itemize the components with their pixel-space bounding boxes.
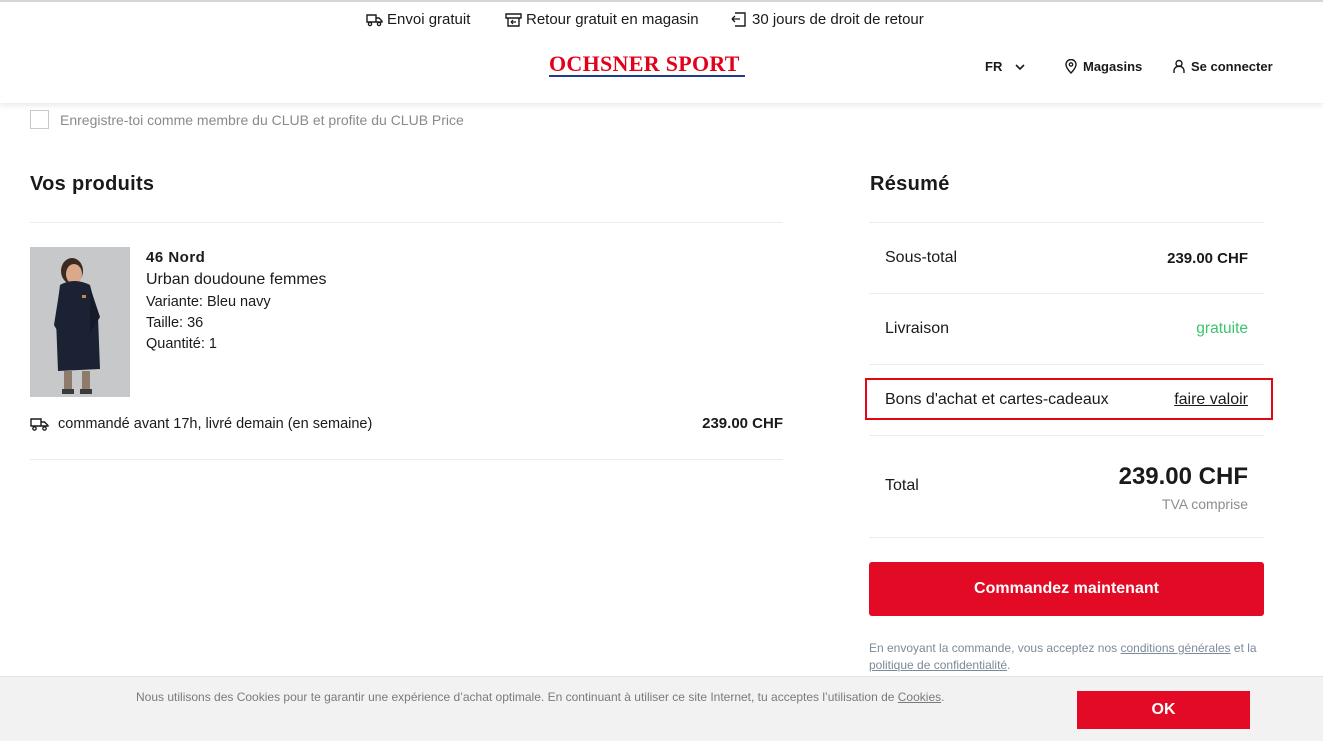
subtotal-row: Sous-total 239.00 CHF: [885, 249, 1248, 267]
stores-link[interactable]: Magasins: [1064, 59, 1142, 74]
product-brand: 46 Nord: [146, 249, 206, 266]
cookie-text: Nous utilisons des Cookies pour te garan…: [136, 690, 898, 704]
usp-free-shipping: Envoi gratuit: [366, 11, 470, 28]
truck-icon: [366, 14, 383, 27]
place-order-button[interactable]: Commandez maintenant: [869, 562, 1264, 616]
divider: [30, 459, 783, 460]
site-header: Envoi gratuit Retour gratuit en magasin …: [0, 2, 1323, 103]
divider: [869, 222, 1264, 223]
products-title: Vos produits: [30, 173, 155, 195]
usp-free-store-return: Retour gratuit en magasin: [505, 11, 699, 28]
usp-label: 30 jours de droit de retour: [752, 11, 924, 28]
delivery-label: commandé avant 17h, livré demain (en sem…: [58, 416, 373, 432]
login-label: Se connecter: [1191, 59, 1273, 74]
delivery-info: commandé avant 17h, livré demain (en sem…: [30, 416, 372, 432]
return-calendar-icon: [731, 12, 746, 27]
cookie-ok-button[interactable]: OK: [1077, 691, 1250, 729]
store-return-icon: [505, 13, 522, 27]
product-variant: Variante: Bleu navy: [146, 294, 271, 310]
usp-label: Retour gratuit en magasin: [526, 11, 699, 28]
total-value: 239.00 CHF: [1118, 463, 1248, 490]
cookie-suffix: .: [941, 690, 945, 704]
cookie-policy-link[interactable]: Cookies: [898, 690, 941, 704]
cookie-banner: Nous utilisons des Cookies pour te garan…: [0, 676, 1323, 741]
voucher-row: Bons d'achat et cartes-cadeaux faire val…: [885, 391, 1248, 409]
divider: [869, 435, 1264, 436]
product-name[interactable]: Urban doudoune femmes: [146, 271, 327, 289]
legal-prefix: En envoyant la commande, vous acceptez n…: [869, 641, 1121, 655]
vat-note: TVA comprise: [1161, 496, 1248, 512]
total-label: Total: [885, 477, 919, 494]
chevron-down-icon: [1015, 64, 1025, 71]
truck-icon: [30, 418, 49, 431]
shipping-value: gratuite: [1196, 320, 1248, 337]
club-checkbox-label[interactable]: Enregistre-toi comme membre du CLUB et p…: [60, 112, 464, 128]
legal-notice: En envoyant la commande, vous acceptez n…: [869, 640, 1269, 674]
divider: [869, 293, 1264, 294]
voucher-label: Bons d'achat et cartes-cadeaux: [885, 391, 1109, 408]
privacy-link[interactable]: politique de confidentialité: [869, 658, 1007, 672]
shipping-label: Livraison: [885, 320, 950, 337]
terms-link[interactable]: conditions générales: [1120, 641, 1230, 655]
ochsner-sport-logo[interactable]: OCHSNER SPORT: [549, 53, 745, 80]
legal-and: et la: [1230, 641, 1257, 655]
product-price: 239.00 CHF: [702, 415, 783, 432]
club-checkbox[interactable]: [30, 110, 49, 129]
divider: [30, 222, 783, 223]
redeem-voucher-link[interactable]: faire valoir: [1174, 391, 1248, 409]
location-pin-icon: [1065, 59, 1077, 74]
language-selector[interactable]: FR: [985, 59, 1027, 74]
language-label: FR: [985, 59, 1003, 74]
product-quantity: Quantité: 1: [146, 336, 217, 352]
subtotal-label: Sous-total: [885, 249, 958, 266]
divider: [869, 537, 1264, 538]
cookie-message: Nous utilisons des Cookies pour te garan…: [136, 690, 944, 704]
logo-text: OCHSNER SPORT: [549, 51, 740, 76]
product-size: Taille: 36: [146, 315, 204, 331]
usp-label: Envoi gratuit: [387, 11, 471, 28]
product-image[interactable]: [30, 247, 130, 397]
legal-suffix: .: [1007, 658, 1011, 672]
logo-underline: [549, 75, 745, 77]
subtotal-value: 239.00 CHF: [1167, 249, 1248, 267]
divider: [869, 364, 1264, 365]
login-link[interactable]: Se connecter: [1172, 59, 1273, 74]
summary-title: Résumé: [870, 173, 950, 195]
usp-return-period: 30 jours de droit de retour: [731, 11, 924, 28]
stores-label: Magasins: [1083, 59, 1143, 74]
user-icon: [1173, 59, 1185, 73]
club-signup: Enregistre-toi comme membre du CLUB et p…: [30, 110, 464, 129]
shipping-row: Livraison gratuite: [885, 320, 1248, 338]
jacket-photo: [30, 247, 130, 397]
